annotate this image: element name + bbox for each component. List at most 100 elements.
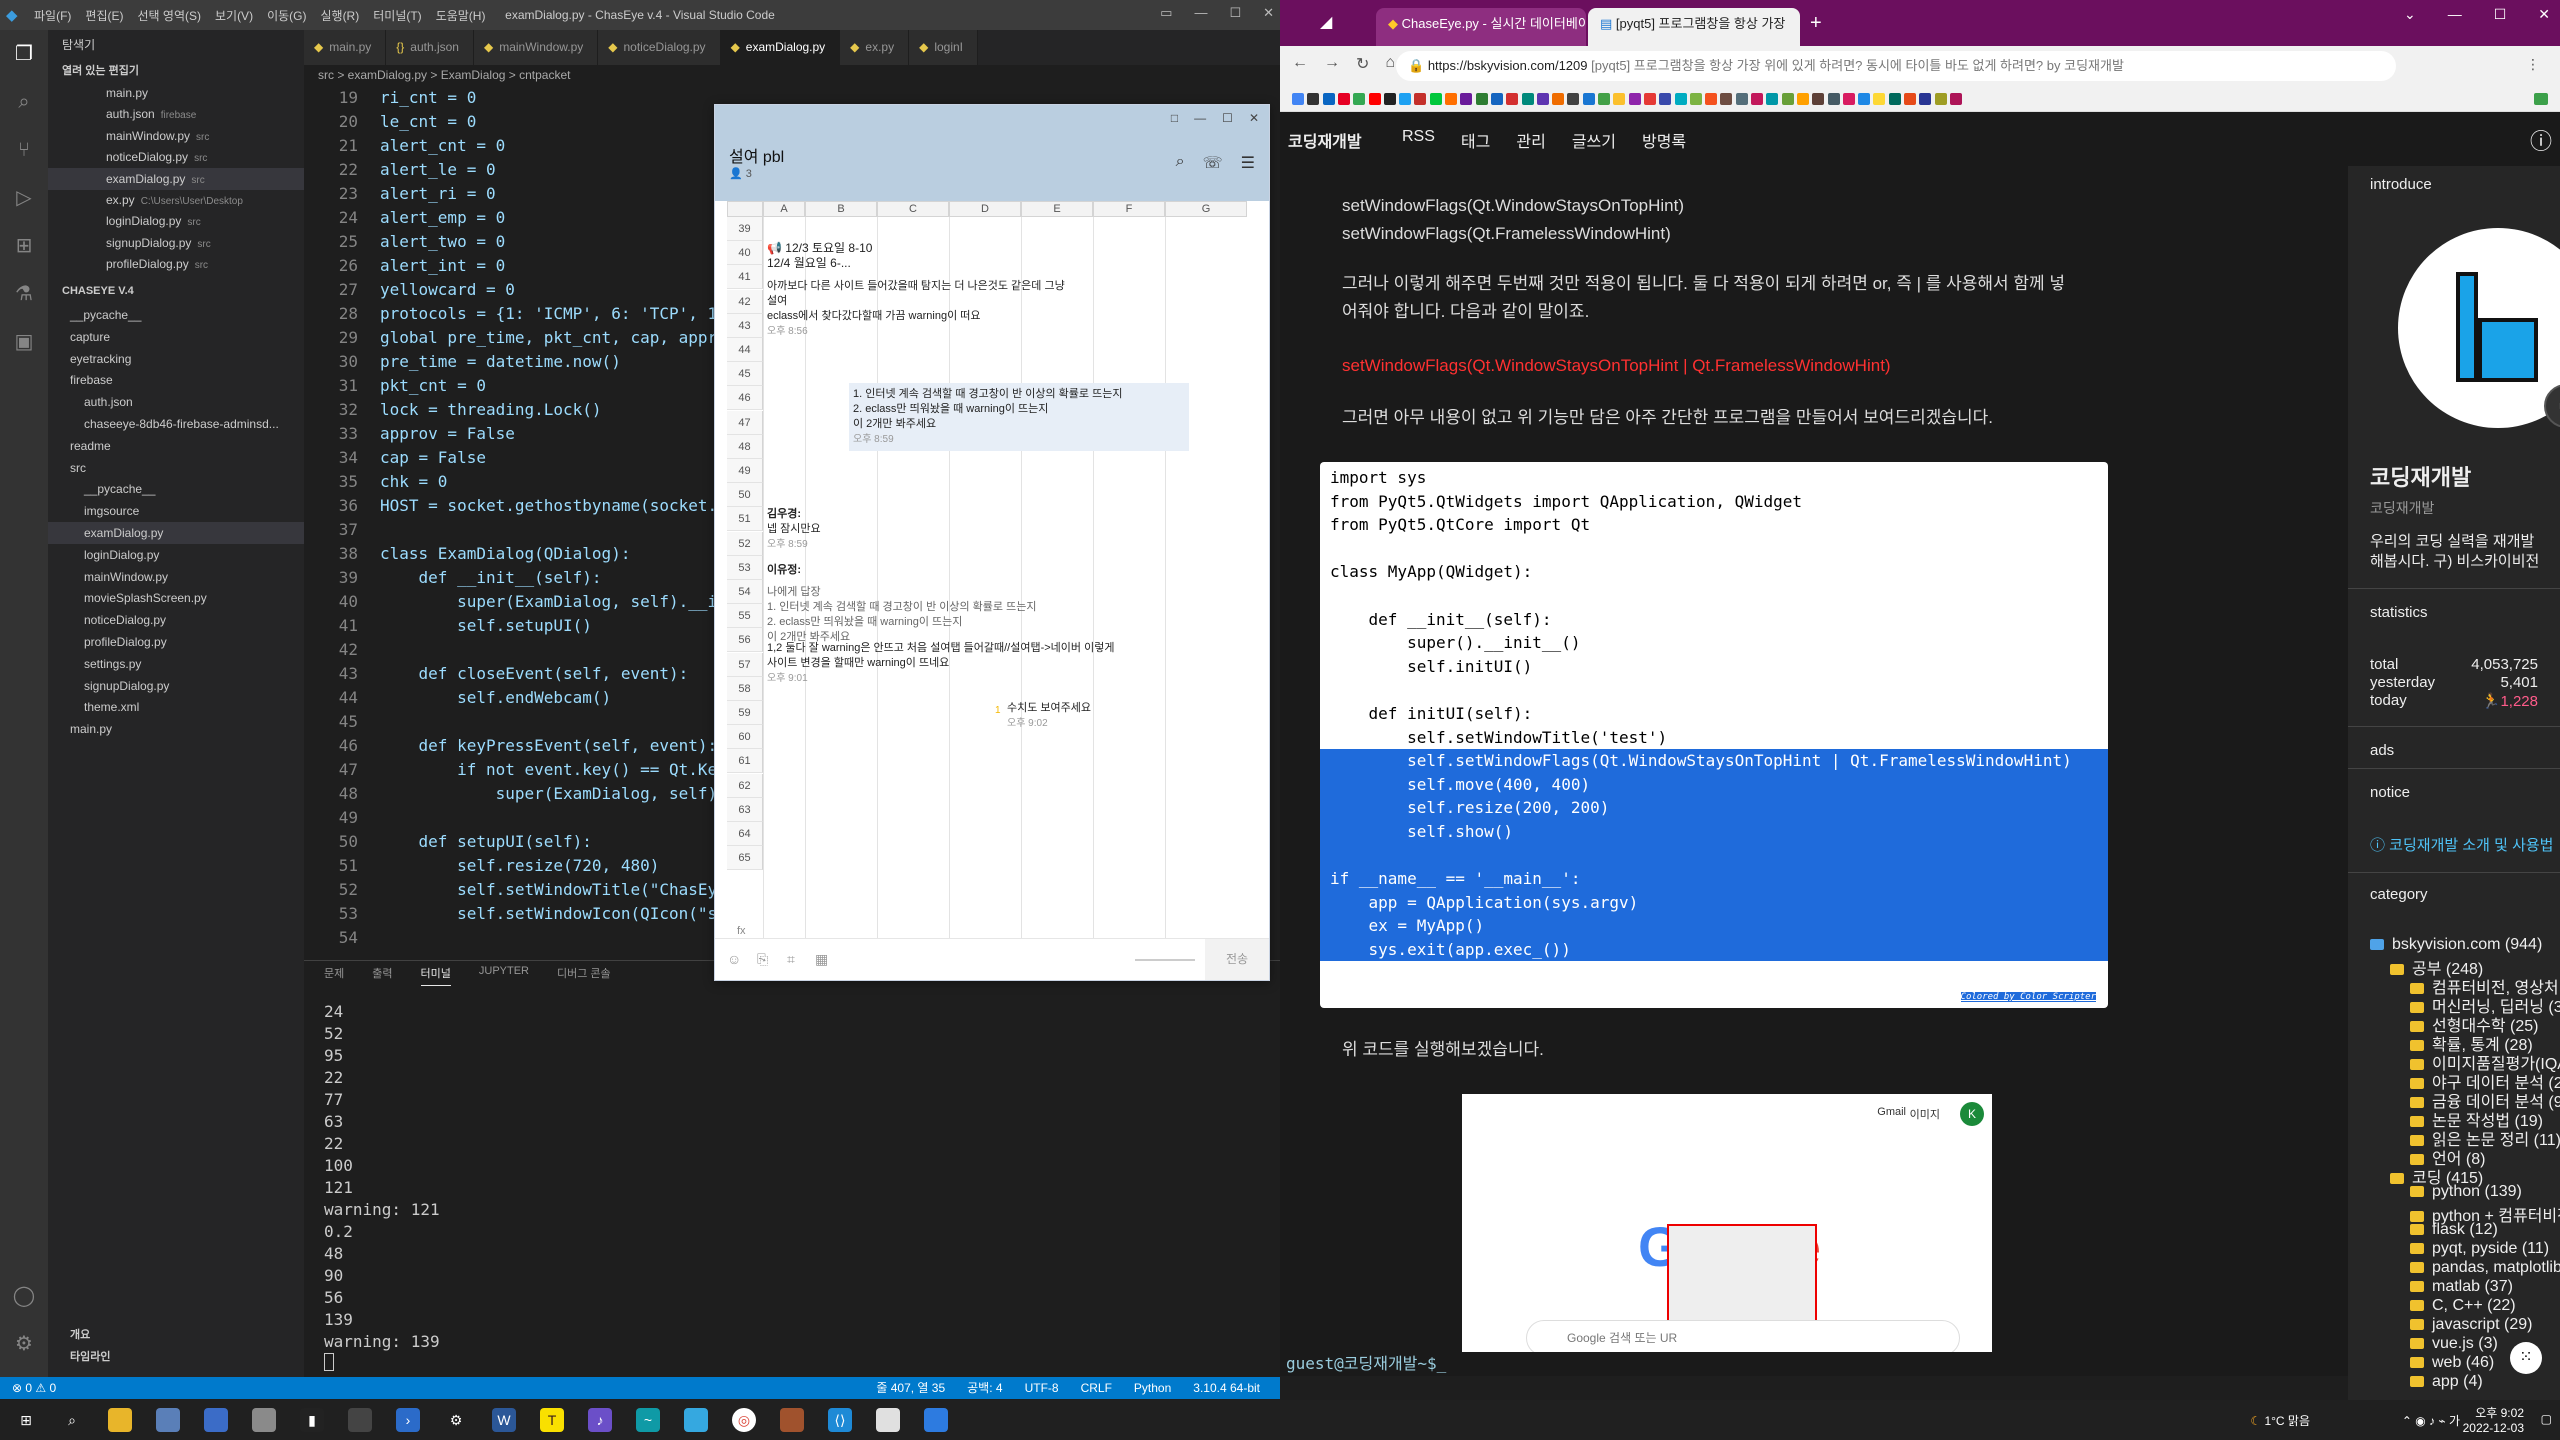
panel-tab[interactable]: JUPYTER <box>479 965 529 986</box>
chat-message[interactable]: 수치도 보여주세요 1 오후 9:02 <box>995 701 1157 731</box>
bookmark-icon[interactable] <box>1536 93 1549 105</box>
bookmark-icon[interactable] <box>1873 93 1886 105</box>
testing-icon[interactable]: ⚗ <box>12 282 36 306</box>
bookmark-icon[interactable] <box>1337 93 1350 105</box>
chat-message[interactable]: 1,2 둘다 잘 warning은 안뜨고 처음 설여탭 들어갈때//설여탭->… <box>767 641 1197 686</box>
category-item[interactable]: flask (12) <box>2410 1221 2498 1239</box>
tree-item[interactable]: theme.xml <box>48 696 304 718</box>
bookmark-icon[interactable] <box>1643 93 1656 105</box>
project-header[interactable]: CHASEYE V.4 <box>48 280 304 302</box>
chrome-menu-icon[interactable]: ◢ <box>1320 12 1332 32</box>
call-icon[interactable]: ☏ <box>1203 153 1223 173</box>
bookmark-icon[interactable] <box>1751 93 1763 105</box>
pin-icon[interactable]: □ <box>1171 111 1178 125</box>
bookmark-icon[interactable] <box>1689 93 1702 105</box>
app-icon[interactable] <box>156 1408 180 1432</box>
account-icon[interactable]: ◯ <box>12 1284 36 1308</box>
category-item[interactable]: C, C++ (22) <box>2410 1297 2516 1315</box>
bookmark-icon[interactable] <box>1292 93 1304 105</box>
tree-item[interactable]: readme <box>48 435 304 457</box>
close-button[interactable]: ✕ <box>1263 5 1274 21</box>
bookmark-icon[interactable] <box>1919 93 1932 105</box>
blog-nav-item[interactable]: 방명록 <box>1642 128 1686 152</box>
bookmark-icon[interactable] <box>1842 93 1855 105</box>
bookmarks-folder-icon[interactable] <box>2534 93 2548 105</box>
tree-item[interactable]: loginDialog.py <box>48 544 304 566</box>
bookmark-icon[interactable] <box>1521 93 1534 105</box>
forward-icon[interactable]: → <box>1324 54 1340 74</box>
bookmark-icon[interactable] <box>1414 93 1427 105</box>
status-item[interactable]: UTF-8 <box>1025 1377 1059 1399</box>
tab-main-py[interactable]: ◆ main.py <box>304 30 387 65</box>
bookmark-icon[interactable] <box>1307 93 1320 105</box>
word-icon[interactable]: W <box>492 1408 516 1432</box>
layout-icon[interactable]: ▭ <box>1160 5 1172 21</box>
tab-mainwindow-py[interactable]: ◆ mainWindow.py <box>473 30 599 65</box>
status-item[interactable]: Python <box>1134 1377 1171 1399</box>
category-item[interactable]: python (139) <box>2410 1183 2522 1201</box>
tab-logini[interactable]: ◆ loginI <box>909 30 979 65</box>
app-icon[interactable]: ~ <box>636 1408 660 1432</box>
explorer-icon[interactable]: ❐ <box>12 42 36 66</box>
new-tab-button[interactable]: + <box>1810 12 1822 35</box>
tree-item[interactable]: imgsource <box>48 500 304 522</box>
bookmark-icon[interactable] <box>1445 93 1457 105</box>
close-button[interactable]: ✕ <box>2538 6 2550 23</box>
outline-section[interactable]: 개요 <box>48 1324 304 1346</box>
bookmark-icon[interactable] <box>1490 93 1503 105</box>
category-item[interactable]: vue.js (3) <box>2410 1335 2498 1353</box>
bookmark-icon[interactable] <box>1399 93 1412 105</box>
tray-icons[interactable]: ⌃ ◉ ♪ ⌁ 가 <box>2402 1412 2460 1429</box>
file-explorer-icon[interactable] <box>108 1408 132 1432</box>
status-item[interactable]: 공백: 4 <box>967 1377 1002 1399</box>
status-item[interactable]: 줄 407, 열 35 <box>876 1377 945 1399</box>
send-button[interactable]: 전송 <box>1205 939 1269 980</box>
status-item[interactable]: 3.10.4 64-bit <box>1193 1377 1260 1399</box>
open-editor-item[interactable]: signupDialog.py src <box>48 232 304 254</box>
maximize-button[interactable]: ☐ <box>2494 6 2507 23</box>
category-item[interactable]: matlab (37) <box>2410 1278 2513 1296</box>
remote-explorer-icon[interactable]: ▣ <box>12 330 36 354</box>
tab-examdialog-py[interactable]: ◆ examDialog.py <box>720 30 841 65</box>
category-item[interactable]: pyqt, pyside (11) <box>2410 1240 2549 1258</box>
extensions-icon[interactable]: ⊞ <box>12 234 36 258</box>
bookmark-icon[interactable] <box>1567 93 1580 105</box>
bookmark-icon[interactable] <box>1368 93 1381 105</box>
category-item[interactable]: javascript (29) <box>2410 1316 2532 1334</box>
back-icon[interactable]: ← <box>1292 54 1308 74</box>
bookmark-icon[interactable] <box>1322 93 1335 105</box>
bookmark-icon[interactable] <box>1506 93 1519 105</box>
open-editor-item[interactable]: examDialog.py src <box>48 167 304 190</box>
bookmark-icon[interactable] <box>1598 93 1610 105</box>
maximize-button[interactable]: ☐ <box>1229 5 1241 21</box>
panel-tab[interactable]: 문제 <box>324 965 344 986</box>
bookmark-icon[interactable] <box>1812 93 1825 105</box>
powershell-icon[interactable]: › <box>396 1408 420 1432</box>
open-editor-item[interactable]: main.py <box>48 82 304 104</box>
bookmark-icon[interactable] <box>1735 93 1748 105</box>
home-icon[interactable]: ⌂ <box>1385 54 1395 74</box>
bookmark-icon[interactable] <box>1827 93 1840 105</box>
bookmark-icon[interactable] <box>1582 93 1595 105</box>
bookmark-icon[interactable] <box>1429 93 1442 105</box>
search-icon[interactable]: ⌕ <box>1176 153 1185 173</box>
color-scripter-credit[interactable]: Colored by Color Scripter <box>1960 992 2096 1002</box>
tree-item[interactable]: noticeDialog.py <box>48 609 304 631</box>
app-icon[interactable] <box>204 1408 228 1432</box>
bookmark-icon[interactable] <box>1934 93 1947 105</box>
category-item[interactable]: bskyvision.com (944) <box>2370 936 2542 954</box>
weather[interactable]: ☾ 1°C 맑음 <box>2250 1412 2310 1429</box>
category-item[interactable]: web (46) <box>2410 1354 2494 1372</box>
chat-notice[interactable]: 📢 12/3 토요일 8-10 12/4 월요일 6-... <box>767 241 1237 271</box>
tree-item[interactable]: profileDialog.py <box>48 631 304 653</box>
blog-nav-item[interactable]: 글쓰기 <box>1572 128 1616 152</box>
more-menu-icon[interactable]: ⋮ <box>2526 56 2540 73</box>
breadcrumb[interactable]: src > examDialog.py > ExamDialog > cntpa… <box>318 68 570 82</box>
app-icon[interactable] <box>684 1408 708 1432</box>
bookmark-icon[interactable] <box>1628 93 1641 105</box>
tab-pyqt5-blog[interactable]: ▤ [pyqt5] 프로그램창을 항상 가장 <box>1588 8 1800 46</box>
kakaotalk-icon[interactable]: T <box>540 1408 564 1432</box>
chat-message[interactable]: 아까보다 다른 사이트 들어갔을때 탐지는 더 나은것도 같은데 그냥 설여 e… <box>767 279 1067 339</box>
tree-item[interactable]: settings.py <box>48 653 304 675</box>
tree-item[interactable]: examDialog.py <box>48 522 304 544</box>
